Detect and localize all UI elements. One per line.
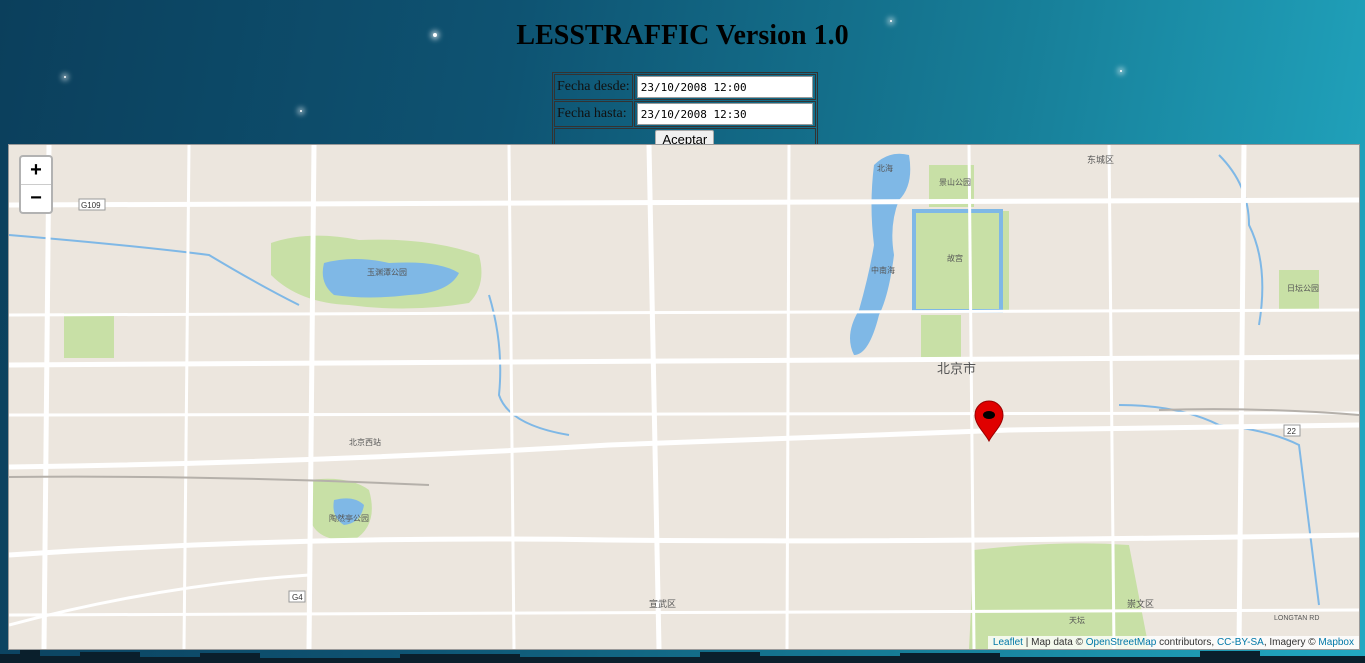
map-view[interactable]: 北京市 东城区 宣武区 崇文区 天坛 故宫 景山公园 北海 中南海 玉渊潭公园 … (8, 144, 1360, 650)
map-label: 宣武区 (649, 598, 676, 610)
attribution-text: contributors, (1156, 637, 1217, 648)
route-22-shield: 22 (1283, 424, 1301, 437)
map-label: 陶然亭公园 (329, 513, 369, 523)
map-tiles[interactable]: 北京市 东城区 宣武区 崇文区 天坛 故宫 景山公园 北海 中南海 玉渊潭公园 … (9, 145, 1359, 649)
map-label: 日坛公园 (1287, 283, 1319, 293)
road-minor-6 (785, 145, 791, 649)
star-decoration (64, 76, 66, 78)
g4-ramp (9, 573, 310, 627)
road-minor-1 (9, 308, 1359, 317)
fecha-desde-label: Fecha desde: (554, 74, 633, 100)
road-h2-changan (9, 354, 1359, 368)
mapbox-link[interactable]: Mapbox (1318, 637, 1354, 648)
zhongshan-park (921, 315, 961, 360)
osm-link[interactable]: OpenStreetMap (1086, 637, 1157, 648)
date-filter-form: Fecha desde: Fecha hasta: Aceptar (552, 72, 818, 153)
page-title: LESSTRAFFIC Version 1.0 (516, 20, 849, 51)
road-minor-3 (9, 608, 1359, 617)
map-label: 崇文区 (1127, 598, 1154, 610)
city-silhouette (0, 650, 1365, 663)
moat-w (912, 209, 916, 313)
map-attribution: Leaflet | Map data © OpenStreetMap contr… (987, 636, 1359, 649)
location-marker[interactable] (974, 400, 1004, 443)
moat-n (912, 209, 1003, 213)
map-label: 景山公园 (939, 177, 971, 187)
road-minor-5 (507, 145, 516, 649)
map-label: 中南海 (871, 265, 895, 275)
railway-west (9, 475, 430, 486)
zoom-in-button[interactable]: + (21, 157, 51, 184)
g4-shield: G4 (288, 590, 306, 603)
shichahai-lake (850, 153, 911, 355)
park-west (64, 313, 114, 358)
g109-shield: G109 (78, 198, 106, 211)
map-label: LONGTAN RD (1274, 615, 1319, 622)
canal-west (9, 234, 300, 306)
map-label: 东城区 (1087, 154, 1114, 166)
road-v3 (1236, 145, 1247, 649)
road-v4 (41, 145, 52, 649)
map-label: 玉渊潭公园 (367, 267, 407, 277)
road-v1 (306, 145, 317, 649)
temple-of-heaven-park (969, 543, 1149, 649)
moat-e (999, 209, 1003, 313)
zoom-out-button[interactable]: − (21, 184, 51, 212)
city-label: 北京市 (937, 361, 976, 377)
leaflet-link[interactable]: Leaflet (993, 637, 1023, 648)
attribution-text: , Imagery © (1263, 637, 1319, 648)
license-link[interactable]: CC-BY-SA (1217, 637, 1264, 648)
fecha-desde-input[interactable] (636, 76, 813, 98)
map-label: 北京西站 (349, 437, 381, 447)
svg-text:G109: G109 (81, 201, 101, 210)
road-h4 (9, 532, 1359, 558)
map-label: 故宫 (947, 253, 963, 263)
zoom-control: + − (19, 155, 53, 214)
road-minor-4 (182, 145, 191, 649)
road-h3 (9, 422, 1359, 470)
road-h1 (9, 197, 1359, 208)
svg-text:22: 22 (1287, 427, 1296, 436)
star-decoration (300, 110, 302, 112)
svg-text:G4: G4 (292, 593, 303, 602)
road-v2 (646, 145, 662, 649)
road-minor-2 (9, 411, 1359, 417)
map-label: 北海 (877, 163, 893, 173)
star-decoration (1120, 70, 1122, 72)
fecha-hasta-label: Fecha hasta: (554, 101, 633, 127)
map-label: 天坛 (1069, 615, 1085, 625)
fecha-hasta-input[interactable] (636, 103, 813, 125)
attribution-text: | Map data © (1022, 637, 1086, 648)
